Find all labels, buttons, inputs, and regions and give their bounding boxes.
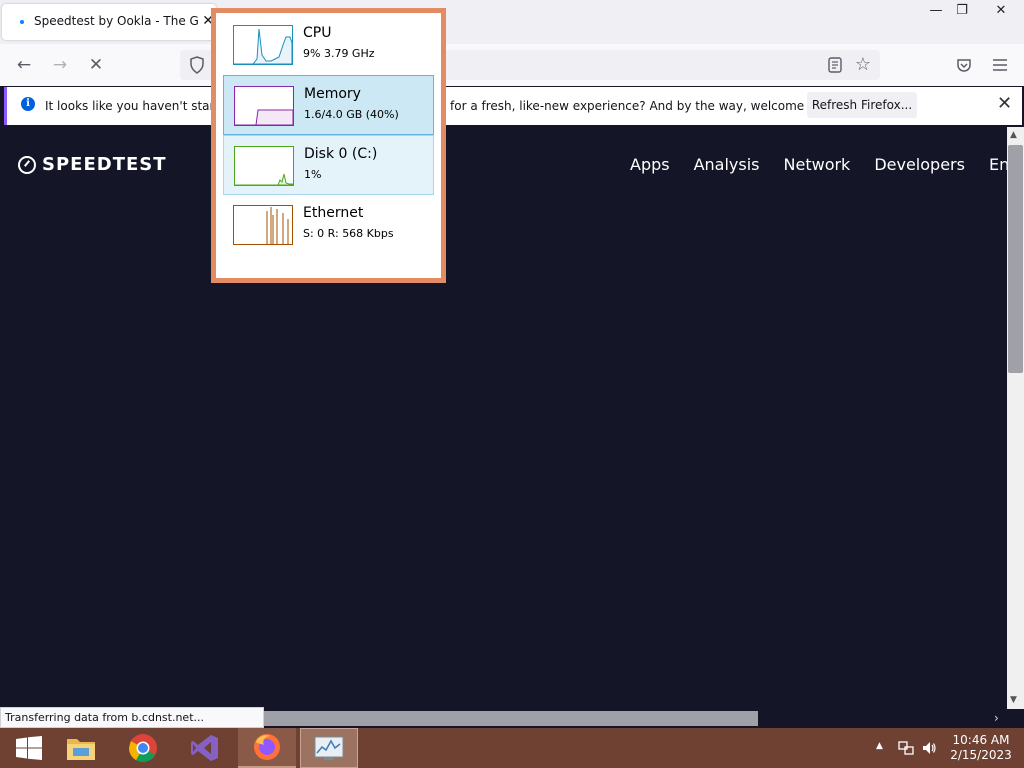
memory-value: 1.6/4.0 GB (40%) — [304, 108, 399, 121]
ethernet-graph — [233, 205, 293, 245]
notification-text-left: It looks like you haven't started — [45, 99, 235, 113]
clock-date: 2/15/2023 — [950, 748, 1012, 762]
visual-studio-icon — [191, 735, 218, 761]
nav-analysis[interactable]: Analysis — [694, 155, 760, 174]
back-button[interactable]: ← — [10, 52, 38, 78]
ethernet-label: Ethernet — [303, 205, 364, 221]
disk-graph — [234, 146, 294, 186]
windows-logo-icon — [16, 736, 42, 760]
tm-item-disk[interactable]: Disk 0 (C:) 1% — [223, 135, 434, 195]
pocket-icon[interactable] — [956, 57, 972, 73]
start-button[interactable] — [0, 728, 58, 768]
tm-item-ethernet[interactable]: Ethernet S: 0 R: 568 Kbps — [223, 195, 434, 255]
clock-time: 10:46 AM — [952, 733, 1010, 747]
scroll-right-icon[interactable]: › — [994, 711, 999, 725]
task-manager-summary-flyout: CPU 9% 3.79 GHz Memory 1.6/4.0 GB (40%) … — [211, 8, 446, 283]
scroll-up-icon[interactable]: ▲ — [1010, 130, 1017, 140]
restore-button[interactable]: ❐ — [945, 0, 979, 22]
site-navigation: Apps Analysis Network Developers Ent — [630, 155, 1007, 174]
web-page: SPEEDTEST Apps Analysis Network Develope… — [0, 127, 1007, 709]
loading-indicator — [20, 20, 24, 24]
network-icon[interactable] — [898, 740, 914, 756]
status-text: Transferring data from b.cdnst.net... — [0, 707, 264, 728]
chrome-icon — [129, 734, 157, 762]
notification-close-icon[interactable]: ✕ — [997, 93, 1012, 114]
refresh-firefox-button[interactable]: Refresh Firefox... — [807, 92, 917, 118]
browser-tab[interactable]: Speedtest by Ookla - The Global Broadban… — [2, 4, 216, 40]
tab-title: Speedtest by Ookla - The Global Broadban… — [34, 14, 200, 28]
visual-studio-button[interactable] — [176, 728, 234, 768]
tm-item-cpu[interactable]: CPU 9% 3.79 GHz — [223, 15, 434, 75]
nav-apps[interactable]: Apps — [630, 155, 670, 174]
cpu-value: 9% 3.79 GHz — [303, 47, 375, 60]
stop-loading-button[interactable]: ✕ — [82, 52, 110, 78]
system-clock[interactable]: 10:46 AM 2/15/2023 — [946, 733, 1016, 763]
task-manager-icon — [314, 736, 344, 760]
nav-developers[interactable]: Developers — [874, 155, 965, 174]
volume-icon[interactable] — [921, 740, 937, 756]
notification-bar: i It looks like you haven't started for … — [4, 87, 1022, 125]
task-manager-panel: CPU 9% 3.79 GHz Memory 1.6/4.0 GB (40%) … — [216, 13, 441, 278]
show-hidden-icons[interactable]: ▲ — [876, 741, 883, 768]
memory-graph — [234, 86, 294, 126]
speedometer-icon — [18, 155, 36, 174]
firefox-button[interactable] — [238, 728, 296, 768]
info-icon: i — [21, 97, 35, 111]
folder-icon — [67, 739, 95, 760]
file-explorer-button[interactable] — [52, 728, 110, 768]
speedtest-logo[interactable]: SPEEDTEST — [18, 154, 167, 175]
logo-text: SPEEDTEST — [42, 154, 167, 175]
app-menu-icon[interactable] — [993, 59, 1007, 71]
vertical-scrollbar[interactable]: ▲ ▼ — [1007, 127, 1024, 709]
notification-text-right: for a fresh, like-new experience? And by… — [450, 99, 842, 113]
forward-button[interactable]: → — [46, 52, 74, 78]
cpu-label: CPU — [303, 25, 332, 41]
bookmark-star-icon[interactable]: ☆ — [849, 52, 877, 78]
firefox-icon — [254, 734, 280, 760]
cpu-graph — [233, 25, 293, 65]
nav-enterprise[interactable]: Ent — [989, 155, 1007, 174]
disk-label: Disk 0 (C:) — [304, 146, 378, 162]
tracking-protection-shield-icon[interactable] — [189, 56, 205, 74]
memory-label: Memory — [304, 86, 361, 102]
close-window-button[interactable]: ✕ — [984, 0, 1018, 22]
ethernet-value: S: 0 R: 568 Kbps — [303, 227, 394, 240]
navigation-toolbar: ← → ✕ ☆ — [0, 44, 1024, 86]
task-manager-button[interactable] — [300, 728, 358, 768]
vertical-scroll-thumb[interactable] — [1008, 145, 1023, 373]
scroll-down-icon[interactable]: ▼ — [1010, 695, 1017, 705]
browser-titlebar: Speedtest by Ookla - The Global Broadban… — [0, 0, 1024, 44]
reader-view-icon[interactable] — [828, 57, 842, 73]
windows-taskbar: ▲ 10:46 AM 2/15/2023 — [0, 728, 1024, 768]
nav-network[interactable]: Network — [784, 155, 851, 174]
disk-value: 1% — [304, 168, 322, 181]
tm-item-memory[interactable]: Memory 1.6/4.0 GB (40%) — [223, 75, 434, 135]
chrome-button[interactable] — [114, 728, 172, 768]
